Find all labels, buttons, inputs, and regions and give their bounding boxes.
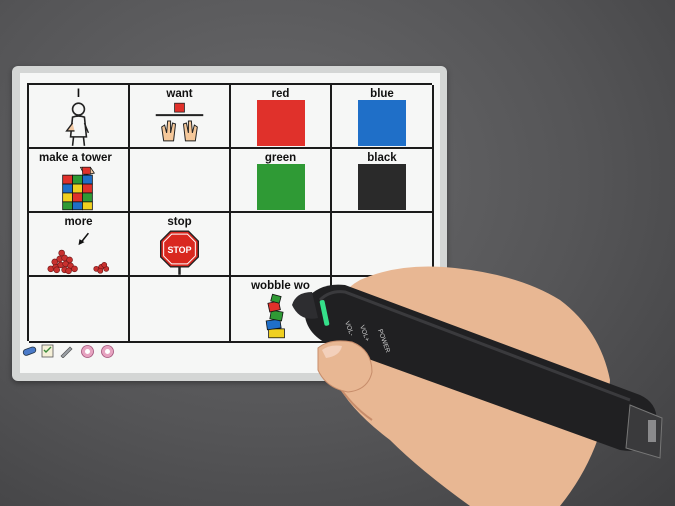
hand-with-talking-pen: VOL- VOL+ POWER <box>292 266 663 506</box>
photo-scene: I want red blue make a tower green black… <box>0 0 675 506</box>
